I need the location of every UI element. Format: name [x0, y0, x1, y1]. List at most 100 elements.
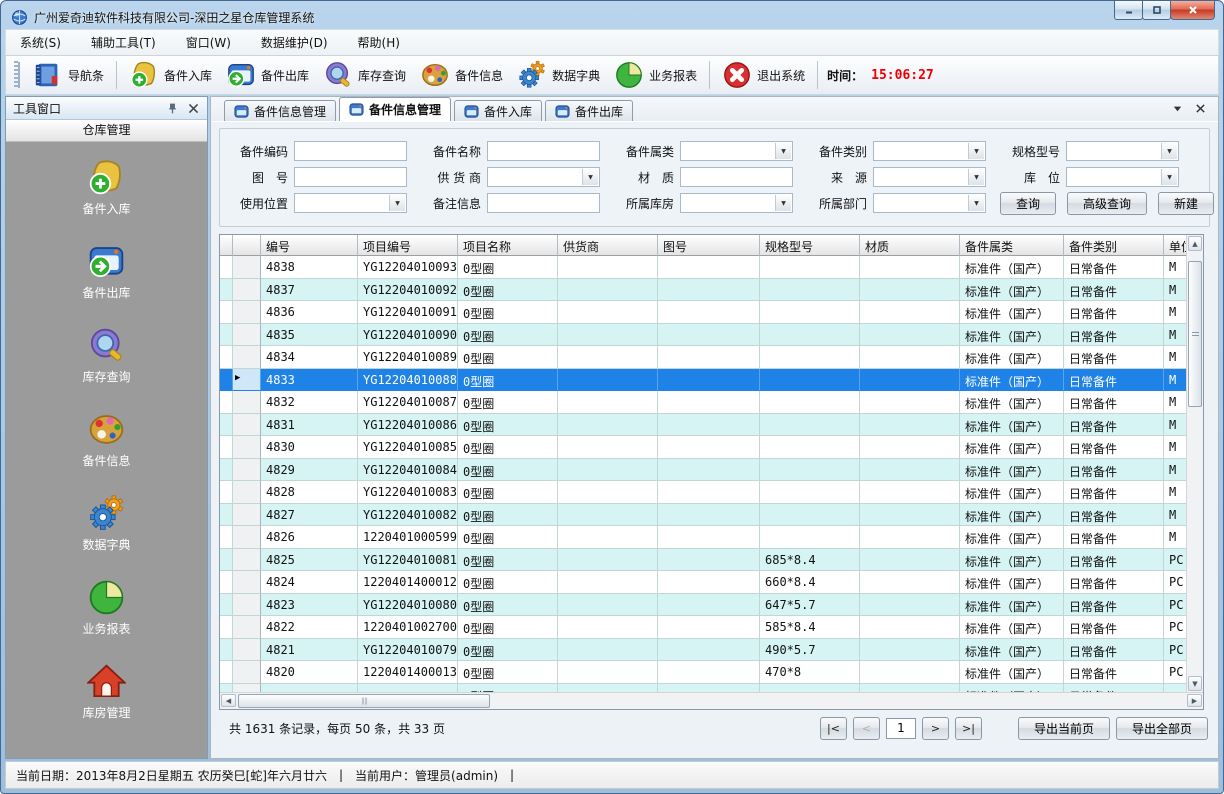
- cell[interactable]: 标准件（国产）: [960, 346, 1064, 369]
- toolbar-button-spare-info[interactable]: 备件信息: [413, 58, 510, 92]
- cell[interactable]: [558, 639, 658, 662]
- cell[interactable]: [860, 301, 960, 324]
- cell[interactable]: [760, 324, 860, 347]
- menu-item-system[interactable]: 系统(S): [20, 34, 61, 51]
- cell[interactable]: 日常备件: [1064, 571, 1164, 594]
- cell[interactable]: 标准件（国产）: [960, 301, 1064, 324]
- row-selector-cell[interactable]: [233, 346, 261, 369]
- cell[interactable]: 685*8.4: [760, 549, 860, 572]
- cell[interactable]: [558, 279, 658, 302]
- last-page-button[interactable]: >|: [955, 717, 982, 740]
- menu-item-window[interactable]: 窗口(W): [186, 34, 231, 51]
- cell[interactable]: M: [1164, 279, 1186, 302]
- cell[interactable]: 4828: [261, 481, 358, 504]
- cell[interactable]: 0型圈: [458, 481, 558, 504]
- row-selector-cell[interactable]: [233, 684, 261, 693]
- cell[interactable]: [760, 391, 860, 414]
- cell[interactable]: [760, 369, 860, 392]
- cell[interactable]: [760, 346, 860, 369]
- cell[interactable]: 标准件（国产）: [960, 481, 1064, 504]
- cell[interactable]: 标准件（国产）: [960, 526, 1064, 549]
- spare-code-input[interactable]: [294, 141, 407, 161]
- cell[interactable]: 4835: [261, 324, 358, 347]
- cell[interactable]: 日常备件: [1064, 391, 1164, 414]
- cell[interactable]: 4820: [261, 661, 358, 684]
- cell[interactable]: PC: [1164, 571, 1186, 594]
- table-row[interactable]: 482212204010027000型圈585*8.4标准件（国产）日常备件PC: [220, 616, 1186, 639]
- cell[interactable]: M: [1164, 324, 1186, 347]
- cell[interactable]: 0型圈: [458, 526, 558, 549]
- cell[interactable]: 标准件（国产）: [960, 571, 1064, 594]
- cell[interactable]: [658, 549, 760, 572]
- first-page-button[interactable]: |<: [820, 717, 847, 740]
- toolbar-grip[interactable]: [14, 61, 18, 89]
- cell[interactable]: PC: [1164, 661, 1186, 684]
- drawing-no-input[interactable]: [294, 167, 407, 187]
- cell[interactable]: YG12204010093: [358, 256, 458, 279]
- cell[interactable]: [860, 324, 960, 347]
- cell[interactable]: 647*5.7: [760, 594, 860, 617]
- menu-item-data-maint[interactable]: 数据维护(D): [261, 34, 328, 51]
- tab-spare-out[interactable]: 备件出库: [545, 100, 633, 121]
- cell[interactable]: 标准件（国产）: [960, 594, 1064, 617]
- cell[interactable]: 0型圈: [458, 661, 558, 684]
- sidebar-item-spare-in[interactable]: 备件入库: [82, 158, 130, 217]
- cell[interactable]: 标准件（国产）: [960, 639, 1064, 662]
- table-row[interactable]: 4828YG122040100830型圈标准件（国产）日常备件M: [220, 481, 1186, 504]
- cell[interactable]: 490*5.7: [760, 639, 860, 662]
- cell[interactable]: M: [1164, 414, 1186, 437]
- cell[interactable]: [658, 324, 760, 347]
- tab-spare-info-mgmt-1[interactable]: 备件信息管理: [224, 100, 336, 121]
- spare-genus-combobox[interactable]: [680, 141, 793, 161]
- row-selector-cell[interactable]: [233, 616, 261, 639]
- cell[interactable]: 0型圈: [458, 639, 558, 662]
- cell[interactable]: M: [1164, 436, 1186, 459]
- cell[interactable]: 0型圈: [458, 504, 558, 527]
- row-selector-cell[interactable]: [233, 639, 261, 662]
- cell[interactable]: 4832: [261, 391, 358, 414]
- table-row[interactable]: 4838YG122040100930型圈标准件（国产）日常备件M: [220, 256, 1186, 279]
- cell[interactable]: [860, 616, 960, 639]
- cell[interactable]: 0型圈: [458, 414, 558, 437]
- tab-spare-info-mgmt-2[interactable]: 备件信息管理: [339, 97, 451, 121]
- cell[interactable]: [558, 481, 658, 504]
- row-selector-cell[interactable]: [233, 526, 261, 549]
- cell[interactable]: [860, 594, 960, 617]
- cell[interactable]: [558, 571, 658, 594]
- close-panel-icon[interactable]: [187, 102, 200, 115]
- cell[interactable]: [860, 391, 960, 414]
- department-combobox[interactable]: [873, 193, 986, 213]
- cell[interactable]: 日常备件: [1064, 616, 1164, 639]
- cell[interactable]: 标准件（国产）: [960, 324, 1064, 347]
- cell[interactable]: [558, 504, 658, 527]
- toolbar-button-report[interactable]: 业务报表: [607, 58, 704, 92]
- cell[interactable]: YG12204010092: [358, 279, 458, 302]
- cell[interactable]: [558, 594, 658, 617]
- cell[interactable]: 标准件（国产）: [960, 414, 1064, 437]
- cell[interactable]: 日常备件: [1064, 301, 1164, 324]
- cell[interactable]: 0型圈: [458, 301, 558, 324]
- export-all-pages-button[interactable]: 导出全部页: [1116, 717, 1208, 740]
- cell[interactable]: 日常备件: [1064, 526, 1164, 549]
- cell[interactable]: [860, 526, 960, 549]
- cell[interactable]: 日常备件: [1064, 369, 1164, 392]
- spare-name-input[interactable]: [487, 141, 600, 161]
- cell[interactable]: 660*8.4: [760, 571, 860, 594]
- cell[interactable]: YG12204010089: [358, 346, 458, 369]
- source-combobox[interactable]: [873, 167, 986, 187]
- cell[interactable]: 日常备件: [1064, 481, 1164, 504]
- cell[interactable]: 585*8.4: [760, 616, 860, 639]
- export-current-page-button[interactable]: 导出当前页: [1018, 717, 1110, 740]
- cell[interactable]: 日常备件: [1064, 594, 1164, 617]
- spare-type-combobox[interactable]: [873, 141, 986, 161]
- cell[interactable]: 0型圈: [458, 256, 558, 279]
- row-selector-cell[interactable]: [233, 301, 261, 324]
- table-row[interactable]: 4829YG122040100840型圈标准件（国产）日常备件M: [220, 459, 1186, 482]
- table-row[interactable]: 482612204010005990型圈标准件（国产）日常备件M: [220, 526, 1186, 549]
- cell[interactable]: YG12204010079: [358, 639, 458, 662]
- cell[interactable]: 1220401002700: [358, 616, 458, 639]
- cell[interactable]: 4834: [261, 346, 358, 369]
- cell[interactable]: 0型圈: [458, 594, 558, 617]
- sidebar-item-report[interactable]: 业务报表: [82, 578, 130, 637]
- row-selector-cell[interactable]: [233, 481, 261, 504]
